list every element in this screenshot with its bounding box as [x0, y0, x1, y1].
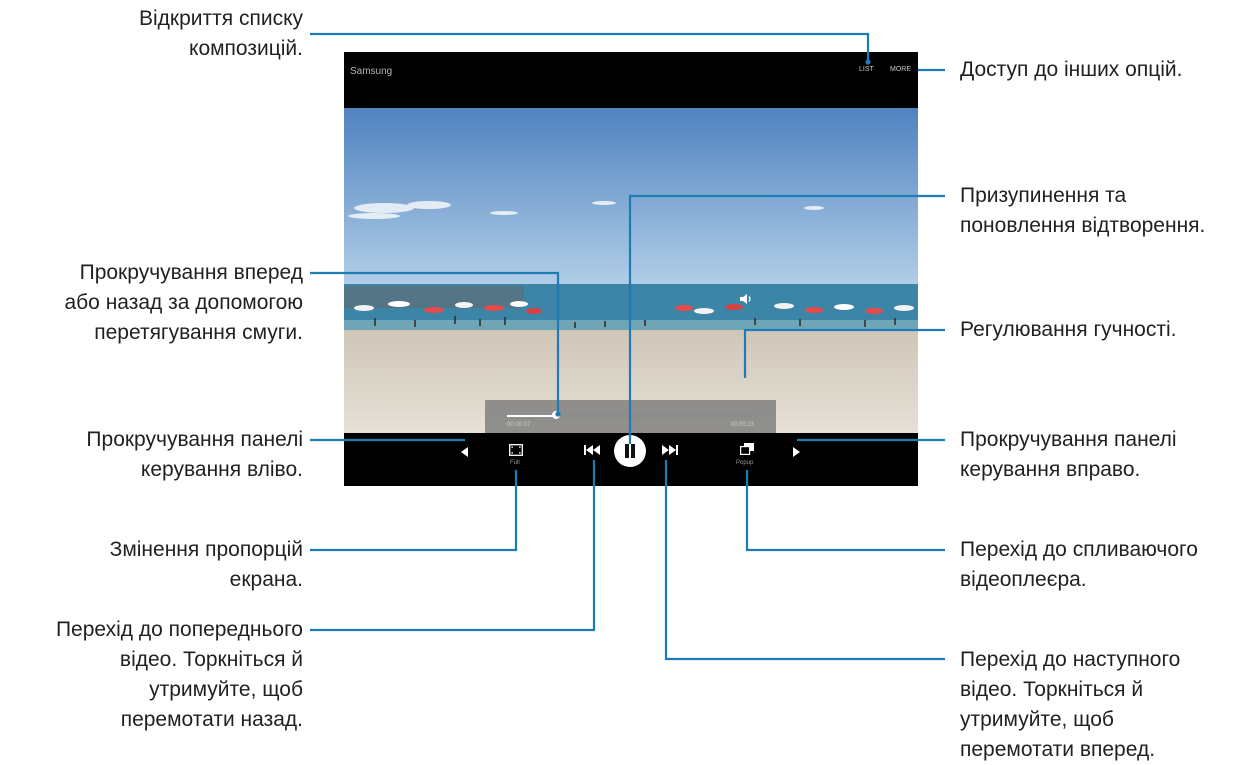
callout-popup-player: Перехід до спливаючого відеоплеєра.	[960, 535, 1198, 595]
callout-text: Прокручування вперед	[79, 261, 303, 284]
pause-icon-left-bar	[625, 444, 629, 458]
callout-text: утримуйте, щоб	[149, 678, 303, 701]
elapsed-time: 00:00:07	[507, 422, 531, 428]
callout-text: поновлення відтворення.	[960, 214, 1206, 237]
callout-scroll-right: Прокручування панелі керування вправо.	[960, 425, 1177, 485]
callout-text: Регулювання гучності.	[960, 318, 1177, 341]
control-bar: Full Popup	[344, 433, 918, 486]
callout-pause-resume: Призупинення та поновлення відтворення.	[960, 181, 1205, 241]
callout-text: Призупинення та	[960, 184, 1127, 207]
triangle-left-icon[interactable]	[461, 447, 469, 457]
pause-icon-right-bar	[631, 444, 635, 458]
seek-bar-fill	[507, 415, 557, 417]
callout-text: Перехід до наступного	[960, 648, 1181, 671]
player-top-bar: Samsung LIST MORE	[344, 52, 918, 108]
callout-text: Перехід до попереднього	[55, 618, 303, 641]
callout-text: перемотати вперед.	[960, 738, 1156, 761]
callout-next-video: Перехід до наступного відео. Торкніться …	[960, 645, 1180, 765]
callout-open-list: Відкриття списку композицій.	[139, 4, 303, 64]
callout-volume: Регулювання гучності.	[960, 315, 1176, 345]
line-next-video	[664, 460, 945, 661]
skip-next-icon[interactable]	[662, 445, 678, 455]
volume-icon[interactable]	[739, 293, 753, 305]
triangle-right-icon[interactable]	[792, 447, 800, 457]
callout-text: перемотати назад.	[120, 708, 303, 731]
popup-player-label: Popup	[736, 460, 754, 466]
callout-text: Доступ до інших опцій.	[960, 58, 1183, 81]
sky	[344, 108, 918, 288]
more-button[interactable]: MORE	[890, 66, 911, 73]
skip-previous-icon[interactable]	[584, 445, 600, 455]
callout-text: композицій.	[189, 37, 303, 60]
callout-text: екрана.	[229, 568, 303, 591]
video-player-screen: Samsung LIST MORE 00:00:07 00:00:23 Full…	[344, 52, 918, 486]
screen-ratio-icon[interactable]	[509, 444, 523, 456]
callout-text: Прокручування панелі	[86, 428, 303, 451]
popup-player-icon[interactable]	[740, 443, 754, 455]
video-title: Samsung	[350, 66, 393, 77]
callout-text: відео. Торкніться й	[960, 678, 1144, 701]
screen-ratio-label: Full	[510, 460, 520, 466]
seek-bar-thumb[interactable]	[552, 411, 561, 419]
callout-text: утримуйте, щоб	[960, 708, 1114, 731]
callout-scroll-left: Прокручування панелі керування вліво.	[86, 425, 303, 485]
callout-text: Прокручування панелі	[960, 428, 1177, 451]
callout-previous-video: Перехід до попереднього відео. Торкнітьс…	[56, 615, 303, 735]
rocks-left	[344, 286, 524, 308]
callout-text: або назад за допомогою	[64, 291, 303, 314]
callout-text: перетягування смуги.	[94, 321, 303, 344]
video-frame	[344, 108, 918, 433]
callout-seek: Прокручування вперед або назад за допомо…	[64, 258, 303, 348]
seek-bar[interactable]	[507, 411, 753, 419]
seek-bar-panel: 00:00:07 00:00:23	[485, 400, 776, 433]
total-time: 00:00:23	[730, 422, 754, 428]
callout-more-options: Доступ до інших опцій.	[960, 55, 1182, 85]
callout-text: Відкриття списку	[139, 7, 303, 30]
pause-button[interactable]	[614, 435, 646, 467]
callout-aspect-ratio: Змінення пропорцій екрана.	[110, 535, 303, 595]
callout-text: відео. Торкніться й	[119, 648, 303, 671]
callout-text: Змінення пропорцій	[109, 538, 303, 561]
callout-text: Перехід до спливаючого	[960, 538, 1198, 561]
callout-text: відеоплеєра.	[960, 568, 1087, 591]
list-button[interactable]: LIST	[859, 66, 874, 73]
callout-text: керування вправо.	[960, 458, 1141, 481]
callout-text: керування вліво.	[140, 458, 303, 481]
